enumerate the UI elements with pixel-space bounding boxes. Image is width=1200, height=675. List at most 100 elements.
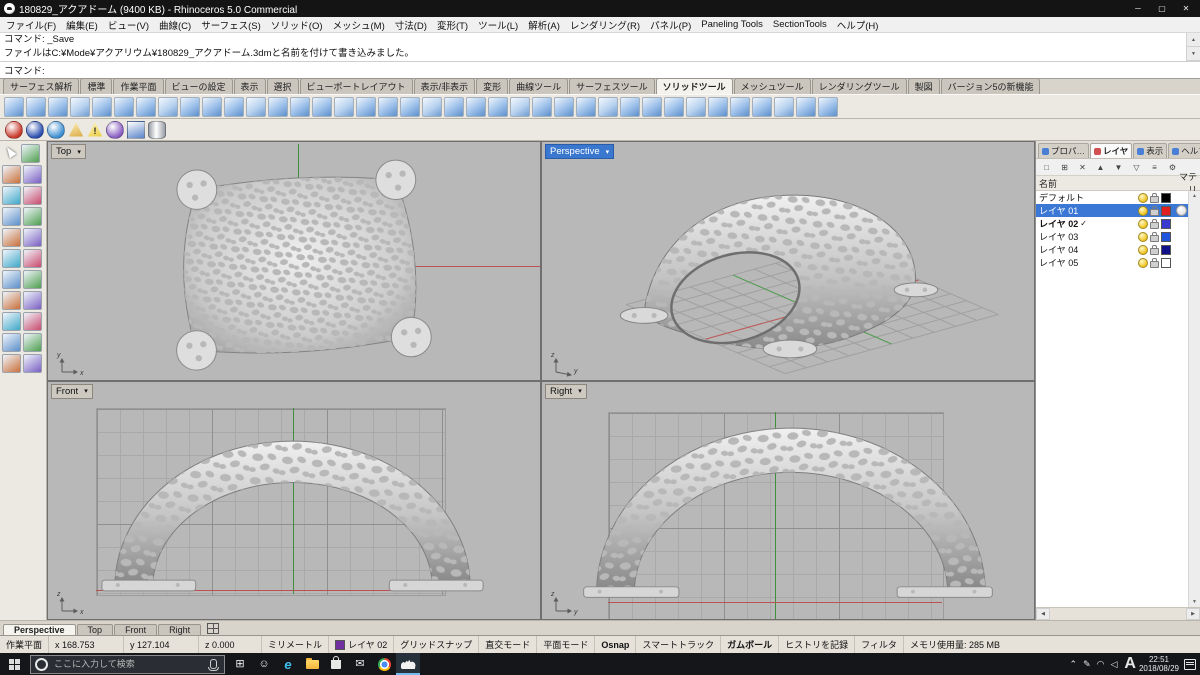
chrome-app-button[interactable] [372, 653, 396, 675]
panel-tab-3[interactable]: ヘルプ [1168, 143, 1200, 158]
toolbar-tab[interactable]: レンダリングツール [811, 78, 907, 94]
toolbar-tab[interactable]: 表示/非表示 [413, 78, 476, 94]
layer-color-swatch[interactable] [1161, 244, 1171, 255]
rhino-app-button[interactable] [396, 653, 420, 675]
solid-tool-icon[interactable] [422, 96, 442, 117]
toolbar-tab[interactable]: 標準 [80, 78, 113, 94]
solid-tool-icon[interactable] [136, 96, 156, 117]
cortana-icon[interactable] [35, 657, 48, 671]
status-toggle-4[interactable]: スマートトラック [636, 636, 722, 653]
edge-app-button[interactable]: e [276, 653, 300, 675]
menu-item[interactable]: ヘルプ(H) [832, 18, 884, 32]
solid-tool-icon[interactable] [796, 96, 816, 117]
tool-cone-icon[interactable] [68, 122, 84, 137]
layer-row[interactable]: デフォルト [1036, 191, 1189, 204]
toolbar-tab[interactable]: 選択 [266, 78, 299, 94]
side-tool-icon[interactable] [23, 354, 42, 373]
scroll-right-icon[interactable]: ▶ [1186, 608, 1200, 620]
solid-tool-icon[interactable] [686, 96, 706, 117]
layer-lock-icon[interactable] [1150, 244, 1159, 255]
layer-tools-icon[interactable]: ≡ [1147, 160, 1162, 175]
status-toggle-0[interactable]: グリッドスナップ [394, 636, 480, 653]
layer-row[interactable]: レイヤ 04 [1036, 243, 1189, 256]
layer-lock-icon[interactable] [1150, 257, 1159, 268]
menu-item[interactable]: 曲線(C) [154, 18, 196, 32]
side-tool-icon[interactable] [23, 228, 42, 247]
mail-app-button[interactable]: ✉ [348, 653, 372, 675]
viewport-tab-top[interactable]: Top [76, 624, 114, 635]
side-tool-icon[interactable] [2, 186, 21, 205]
viewport-perspective-title[interactable]: Perspective ▾ [545, 144, 615, 159]
layer-color-swatch[interactable] [1161, 205, 1171, 216]
viewport-front-title[interactable]: Front ▾ [51, 383, 93, 399]
solid-tool-icon[interactable] [774, 96, 794, 117]
viewport-right[interactable]: Right ▾ z y [542, 381, 1034, 619]
solid-tool-icon[interactable] [378, 96, 398, 117]
viewport-right-title[interactable]: Right ▾ [545, 383, 587, 399]
side-tool-icon[interactable] [23, 333, 42, 352]
viewport-tab-front[interactable]: Front [114, 624, 158, 635]
close-button[interactable]: ✕ [1174, 0, 1198, 17]
solid-tool-icon[interactable] [4, 96, 24, 117]
solid-tool-icon[interactable] [114, 96, 134, 117]
tool-sphere-icon[interactable] [47, 120, 65, 139]
solid-tool-icon[interactable] [180, 96, 200, 117]
layer-row[interactable]: レイヤ 03 [1036, 230, 1189, 243]
tool-sphere-icon[interactable] [5, 120, 23, 139]
menu-item[interactable]: サーフェス(S) [196, 18, 266, 32]
toolbar-tab[interactable]: ソリッドツール [655, 78, 733, 94]
taskbar-search[interactable] [30, 654, 225, 674]
volume-icon[interactable]: ◁ [1110, 659, 1117, 670]
pen-icon[interactable]: ✎ [1083, 659, 1091, 670]
taskbar-clock[interactable]: 22:51 2018/08/29 [1139, 655, 1179, 673]
layer-lock-icon[interactable] [1150, 192, 1159, 203]
menu-item[interactable]: 編集(E) [61, 18, 103, 32]
toolbar-tab[interactable]: バージョン5の新機能 [940, 78, 1041, 94]
toolbar-tab[interactable]: サーフェス解析 [3, 78, 80, 94]
toolbar-tab[interactable]: 作業平面 [113, 78, 164, 94]
toolbar-tab[interactable]: メッシュツール [733, 78, 811, 94]
side-tool-icon[interactable] [2, 312, 21, 331]
status-toggle-2[interactable]: 平面モード [537, 636, 596, 653]
viewport-perspective[interactable]: Perspective ▾ z y [542, 142, 1034, 380]
layer-color-swatch[interactable] [1161, 257, 1171, 268]
side-tool-icon[interactable] [2, 207, 21, 226]
status-toggle-3[interactable]: Osnap [595, 636, 637, 653]
layer-row[interactable]: レイヤ 05 [1036, 256, 1189, 269]
side-tool-icon[interactable] [23, 165, 42, 184]
panel-tab-0[interactable]: プロパ… [1038, 143, 1090, 158]
layer-visibility-bulb-icon[interactable] [1138, 192, 1148, 203]
layer-lock-icon[interactable] [1150, 218, 1159, 229]
menu-item[interactable]: ファイル(F) [1, 18, 61, 32]
toolbar-tab[interactable]: 製図 [907, 78, 940, 94]
tool-warning-icon[interactable]: ! [87, 122, 103, 137]
side-tool-icon[interactable] [21, 144, 40, 163]
layer-list-scrollbar[interactable]: ▲ ▼ [1188, 191, 1200, 607]
task-view-button[interactable]: ⊞ [228, 653, 252, 675]
minimize-button[interactable]: ─ [1126, 0, 1150, 17]
scroll-up-icon[interactable]: ▲ [1192, 191, 1197, 201]
status-toggle-1[interactable]: 直交モード [479, 636, 538, 653]
menu-item[interactable]: パネル(P) [645, 18, 696, 32]
layer-visibility-bulb-icon[interactable] [1138, 231, 1148, 242]
side-tool-icon[interactable] [23, 291, 42, 310]
scroll-down-icon[interactable]: ▼ [1192, 597, 1197, 607]
toolbar-tab[interactable]: 曲線ツール [509, 78, 569, 94]
new-viewport-icon[interactable] [207, 623, 220, 634]
solid-tool-icon[interactable] [400, 96, 420, 117]
solid-tool-icon[interactable] [268, 96, 288, 117]
solid-tool-icon[interactable] [818, 96, 838, 117]
delete-layer-icon[interactable]: ✕ [1075, 160, 1090, 175]
side-tool-icon[interactable] [2, 165, 21, 184]
solid-tool-icon[interactable] [708, 96, 728, 117]
move-up-icon[interactable]: ▲ [1093, 160, 1108, 175]
solid-tool-icon[interactable] [202, 96, 222, 117]
toolbar-tab[interactable]: サーフェスツール [569, 78, 655, 94]
solid-tool-icon[interactable] [26, 96, 46, 117]
solid-tool-icon[interactable] [290, 96, 310, 117]
tool-sphere-icon[interactable] [26, 120, 44, 139]
move-down-icon[interactable]: ▼ [1111, 160, 1126, 175]
command-input[interactable]: コマンド: [0, 62, 1200, 79]
solid-tool-icon[interactable] [664, 96, 684, 117]
status-toggle-7[interactable]: フィルタ [855, 636, 904, 653]
